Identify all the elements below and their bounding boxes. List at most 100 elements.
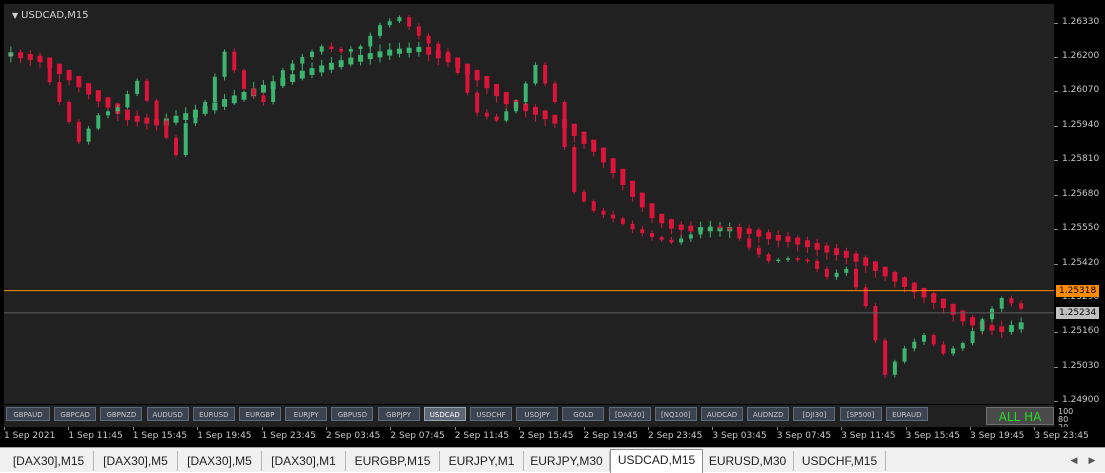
ha-body [299,70,305,79]
candle-body [135,80,140,95]
ha-body [785,236,791,242]
candle-body [193,112,198,124]
symbol-button-audnzd[interactable]: AUDNZD [747,407,790,421]
x-tick-mark [583,427,585,430]
candle-body [251,88,256,96]
chart-window[interactable]: ▼ USDCAD,M15 1.26330 1.26200 1.26070 1.25940… [0,0,1105,447]
candle-body [8,54,13,56]
x-tick-mark [648,427,649,430]
chart-tab[interactable]: [DAX30],M5 [178,451,262,471]
x-tick-label: 3 Sep 11:45 [841,431,896,441]
x-tick-label: 3 Sep 07:45 [776,431,832,441]
tab-scroll-left-icon[interactable]: ◀ [1068,454,1080,468]
ha-body [542,110,548,120]
y-tick-label: 1.25680 [1062,188,1100,199]
price-axis: 1.26330 1.26200 1.26070 1.25940 1.25810 1.256… [1054,4,1105,406]
ha-body [367,53,373,60]
candle-body [640,229,645,234]
candle-body [348,49,353,52]
ha-body [328,62,334,70]
symbol-button-dax30[interactable]: [DAX30] [608,407,651,421]
symbol-button-gbpcad[interactable]: GBPCAD [54,407,97,421]
x-tick-label: 3 Sep 15:45 [905,431,960,441]
symbol-button-nq100[interactable]: [NQ100] [654,407,697,421]
symbol-button-gbpusd[interactable]: GBPUSD [331,407,374,421]
candle-body [688,234,693,239]
symbol-button-eurusd[interactable]: EURUSD [192,407,235,421]
candle-body [834,272,839,277]
ha-body [824,245,830,253]
chart-tab[interactable]: EURJPY,M1 [440,451,524,471]
price-chart-area[interactable]: ▼ USDCAD,M15 [4,4,1054,404]
ha-body [416,46,422,53]
symbol-button-gold[interactable]: GOLD [562,407,605,421]
candle-body [572,147,577,193]
ha-body [309,68,315,75]
candle-body [203,102,208,113]
ha-body [853,253,859,262]
ha-body [319,65,325,73]
chart-tab[interactable]: EURJPY,M30 [524,451,610,471]
symbol-button-dji30[interactable]: [DJI30] [793,407,836,421]
candle-body [154,100,159,121]
candle-body [397,17,402,22]
y-tick-mark [1054,160,1058,162]
ha-body [260,84,266,93]
y-tick-label: 1.26200 [1062,50,1100,61]
chart-tab[interactable]: [DAX30],M15 [4,451,94,471]
symbol-button-audusd[interactable]: AUDUSD [146,407,189,421]
chart-tab-bar: ◀ ▶ [DAX30],M15 [DAX30],M5 [DAX30],M5 [DAX3… [0,447,1105,473]
ha-body [474,69,480,81]
candle-body [125,94,130,108]
ha-body [630,180,636,197]
y-tick-label: 1.24900 [1062,395,1100,406]
symbol-button-eurgbp[interactable]: EURGBP [239,407,281,421]
candle-body [514,102,518,112]
ha-body [795,237,801,245]
triangle-down-icon[interactable]: ▼ [12,11,18,20]
candle-body [261,95,266,103]
candle-body [416,26,421,36]
y-tick-mark [1054,263,1058,265]
x-tick-mark [326,427,327,430]
candle-body [718,226,722,229]
ha-body [532,106,538,115]
candle-body [756,247,761,255]
chart-tab[interactable]: EURGBP,M15 [346,451,440,471]
ha-body [921,287,927,298]
symbol-button-euraud[interactable]: EURAUD [885,407,928,421]
candle-body [611,214,616,219]
symbol-button-usdcad[interactable]: USDCAD [423,407,466,421]
y-tick-label: 1.25420 [1062,257,1100,268]
x-tick-mark [454,427,456,430]
candle-body [96,115,101,129]
symbol-button-usdchf[interactable]: USDCHF [470,407,512,421]
chart-tab[interactable]: EURUSD,M30 [702,451,794,471]
symbol-button-audcad[interactable]: AUDCAD [701,407,743,421]
chart-tab[interactable]: USDCHF,M15 [794,451,886,471]
ha-body [678,224,684,230]
candle-body [582,192,586,202]
y-tick-label: 1.25550 [1062,223,1100,234]
all-ha-button[interactable]: ALL HA [986,407,1054,425]
x-tick-mark [261,427,263,430]
symbol-button-sp500[interactable]: [SP500] [839,407,882,421]
time-axis: 1 Sep 2021 1 Sep 11:45 1 Sep 15:45 1 Sep 19… [0,427,1105,447]
chart-tab[interactable]: [DAX30],M1 [262,451,346,471]
symbol-button-usdjpy[interactable]: USDJPY [516,407,559,421]
ha-body [124,109,130,121]
ha-body [358,54,364,62]
ha-body [581,131,587,144]
symbol-button-gbpaud[interactable]: GBPAUD [6,407,50,421]
x-tick-label: 2 Sep 03:45 [326,431,381,441]
symbol-button-gbpjpy[interactable]: GBPJPY [377,407,420,421]
ha-body [348,57,354,65]
candle-body [57,82,62,103]
chart-tab[interactable]: [DAX30],M5 [94,451,178,471]
symbol-button-eurjpy[interactable]: EURJPY [285,407,328,421]
ha-body [804,240,810,248]
candle-body [232,51,237,71]
tab-scroll-right-icon[interactable]: ▶ [1086,454,1098,468]
symbol-button-gbpnzd[interactable]: GBPNZD [100,407,143,421]
chart-tab[interactable]: USDCAD,M15 [610,449,703,473]
